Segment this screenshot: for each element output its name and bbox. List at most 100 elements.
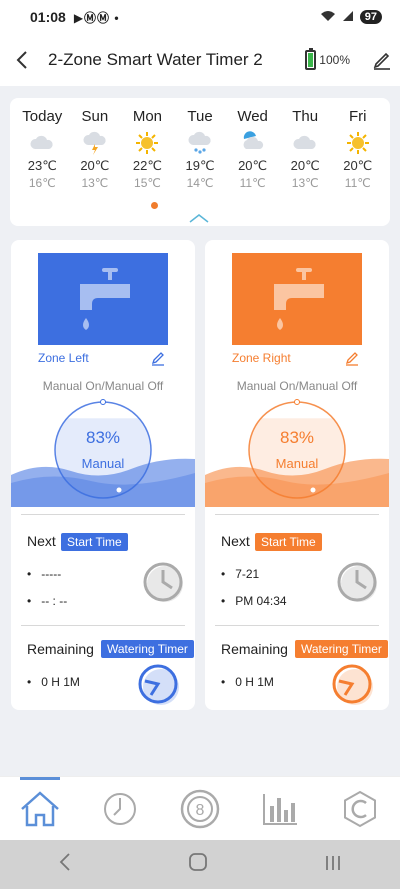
weather-day[interactable]: Tue 19℃ 14℃ <box>174 108 227 190</box>
zone-image <box>38 253 168 345</box>
notification-icons: ▶ⓂⓂ • <box>73 10 120 25</box>
next-time: PM 04:34 <box>221 594 286 608</box>
remaining-label: Remaining <box>221 641 288 657</box>
tab-timer[interactable] <box>80 777 160 840</box>
timer-icon <box>332 664 373 705</box>
tab-statistics[interactable] <box>240 777 320 840</box>
page-title: 2-Zone Smart Water Timer 2 <box>48 50 263 69</box>
divider <box>21 514 185 515</box>
weather-day-label: Sun <box>81 108 109 125</box>
weather-day[interactable]: Fri 20℃ 11℃ <box>331 108 384 190</box>
tab-settings[interactable] <box>320 777 400 840</box>
next-time: -- : -- <box>27 594 67 608</box>
edit-zone-button[interactable] <box>151 350 165 371</box>
status-time: 01:08 <box>30 9 66 25</box>
weather-day-label: Tue <box>187 108 213 125</box>
weather-day-label: Today <box>22 108 63 125</box>
statistics-icon <box>263 793 297 825</box>
thunder-cloud-icon <box>69 130 122 156</box>
svg-text:8: 8 <box>196 802 205 819</box>
weather-day-label: Mon <box>132 108 163 125</box>
zone-image <box>232 253 362 345</box>
app-bar: 2-Zone Smart Water Timer 2 100% <box>0 34 400 86</box>
divider <box>215 514 379 515</box>
weather-low-temp: 11℃ <box>344 176 371 190</box>
weather-day[interactable]: Mon 22℃ 15℃ <box>121 108 174 190</box>
start-time-badge: Start Time <box>255 533 322 551</box>
weather-day-label: Fri <box>349 108 367 125</box>
weather-high-temp: 23℃ <box>27 158 57 173</box>
zone-mode: Manual On/Manual Off <box>236 379 358 393</box>
weather-low-temp: 16℃ <box>28 176 56 190</box>
gauge-marker <box>310 487 316 493</box>
nav-recents-button[interactable] <box>324 852 342 878</box>
expand-weather-button[interactable] <box>188 211 210 225</box>
schedule-clock-button[interactable] <box>335 560 379 609</box>
watering-timer-badge: Watering Timer <box>295 640 388 658</box>
remaining-time: 0 H 1M <box>221 675 274 689</box>
tab-home[interactable] <box>0 777 80 840</box>
zone-card-left[interactable]: Zone Left Manual On/Manual Off 83% Manual Ne… <box>11 240 195 710</box>
signal-icon <box>342 10 354 25</box>
status-bar: 01:08 ▶ⓂⓂ • 97 <box>0 0 400 34</box>
nav-home-icon <box>189 852 207 871</box>
tab-cycle[interactable]: 8 <box>160 777 240 840</box>
next-label: Next <box>221 533 250 549</box>
pencil-icon <box>373 52 390 70</box>
water-level-gauge <box>205 399 389 507</box>
weather-low-temp: 15℃ <box>134 176 161 190</box>
next-date: ----- <box>27 567 61 581</box>
nav-back-icon <box>59 852 70 871</box>
weather-high-temp: 20℃ <box>343 158 373 173</box>
pencil-icon <box>151 352 164 366</box>
weather-low-temp: 13℃ <box>81 176 109 190</box>
weather-day-label: Wed <box>237 108 268 125</box>
cloud-icon <box>16 130 69 156</box>
gauge-marker <box>294 399 300 405</box>
nav-back-button[interactable] <box>58 852 72 878</box>
weather-low-temp: 11℃ <box>239 176 266 190</box>
pencil-icon <box>345 352 358 366</box>
zone-mode: Manual On/Manual Off <box>42 379 164 393</box>
zone-name: Zone Left <box>38 351 89 365</box>
watering-timer-button[interactable] <box>331 663 375 710</box>
battery-fill <box>308 53 314 67</box>
faucet-icon <box>80 268 130 330</box>
watering-timer-button[interactable] <box>137 663 181 710</box>
battery-percent: 100% <box>319 53 350 67</box>
sun-icon <box>121 130 174 156</box>
water-mode-label: Manual <box>275 456 319 471</box>
water-percent: 83% <box>279 428 315 447</box>
water-level-gauge <box>11 399 195 507</box>
edit-zone-button[interactable] <box>345 350 359 371</box>
weather-day[interactable]: Today 23℃ 16℃ <box>16 108 69 190</box>
next-date: 7-21 <box>221 567 259 581</box>
weather-high-temp: 20℃ <box>238 158 268 173</box>
rain-cloud-icon <box>174 130 227 156</box>
home-icon <box>21 790 59 826</box>
zone-card-right[interactable]: Zone Right Manual On/Manual Off 83% Manual N… <box>205 240 389 710</box>
edit-button[interactable] <box>364 34 400 86</box>
nav-home-button[interactable] <box>188 852 208 878</box>
weather-forecast: Today 23℃ 16℃ Sun 20℃ 13℃ Mon 22℃ 15℃ Tue 19℃ 14℃ We… <box>10 98 390 226</box>
schedule-clock-button[interactable] <box>141 560 185 609</box>
divider <box>21 625 185 626</box>
battery-icon <box>305 48 317 70</box>
weather-low-temp: 13℃ <box>291 176 319 190</box>
clock-icon <box>337 562 377 602</box>
gauge-marker <box>116 487 122 493</box>
weather-day[interactable]: Sun 20℃ 13℃ <box>69 108 122 190</box>
nav-recents-icon <box>326 855 340 870</box>
chevron-up-icon <box>189 214 209 223</box>
sun-icon <box>331 130 384 156</box>
gauge-marker <box>100 399 106 405</box>
wifi-icon <box>320 10 336 25</box>
weather-high-temp: 20℃ <box>290 158 320 173</box>
weather-high-temp: 19℃ <box>185 158 215 173</box>
weather-day[interactable]: Thu 20℃ 13℃ <box>279 108 332 190</box>
timer-icon <box>138 664 179 705</box>
back-button[interactable] <box>0 34 44 86</box>
remaining-label: Remaining <box>27 641 94 657</box>
partly-cloudy-icon <box>226 130 279 156</box>
weather-day[interactable]: Wed 20℃ 11℃ <box>226 108 279 190</box>
